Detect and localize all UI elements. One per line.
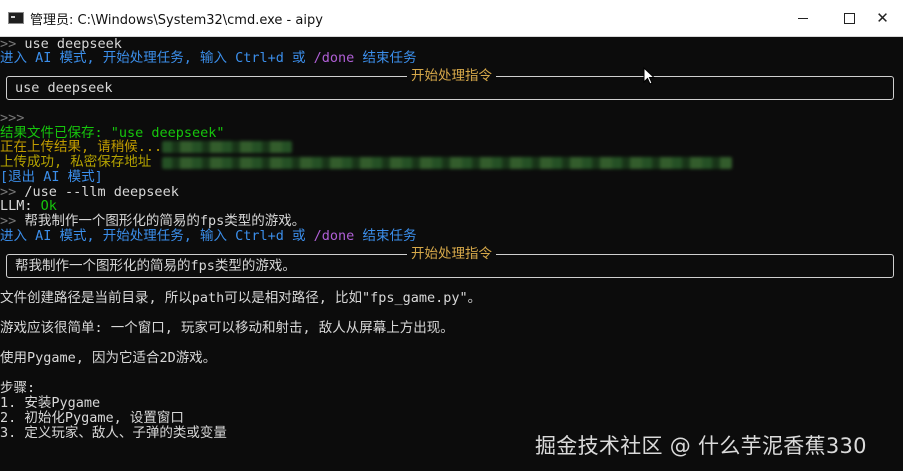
close-icon: ✕ [876, 9, 889, 27]
instruction-box-text: 帮我制作一个图形化的简易的fps类型的游戏。 [15, 258, 296, 274]
watermark: 掘金技术社区 @ 什么芋泥香蕉330 [535, 434, 867, 458]
ai-mode-end-text: 结束任务 [354, 50, 417, 66]
response-paragraph-1: 文件创建路径是当前目录, 所以path可以是相对路径, 比如"fps_game.… [0, 290, 482, 306]
title-bar[interactable]: 管理员: C:\Windows\System32\cmd.exe - aipy … [0, 0, 903, 37]
instruction-box-title: 开始处理指令 [407, 68, 496, 84]
llm-label: LLM: [0, 198, 41, 214]
response-paragraph-2: 游戏应该很简单: 一个窗口, 玩家可以移动和射击, 敌人从屏幕上方出现。 [0, 320, 454, 336]
mouse-pointer-icon [643, 67, 655, 85]
redacted-address [162, 157, 732, 169]
response-step-3: 3. 定义玩家、敌人、子弹的类或变量 [0, 425, 227, 441]
console-line-request: >> 帮我制作一个图形化的简易的fps类型的游戏。 [0, 214, 305, 229]
console-line-ai-mode: 进入 AI 模式, 开始处理任务, 输入 Ctrl+d 或 /done 结束任务 [0, 51, 416, 66]
console-line-upload-success: 上传成功, 私密保存地址 [0, 154, 152, 170]
maximize-icon [843, 12, 855, 24]
command-text: 帮我制作一个图形化的简易的fps类型的游戏。 [16, 213, 306, 229]
cmd-app-icon [8, 12, 24, 24]
response-steps-heading: 步骤: [0, 380, 36, 396]
instruction-box: 开始处理指令 use deepseek [6, 68, 894, 100]
ai-mode-end-text: 结束任务 [354, 228, 417, 244]
redacted-block [162, 141, 292, 153]
console-line-ai-mode-2: 进入 AI 模式, 开始处理任务, 输入 Ctrl+d 或 /done 结束任务 [0, 229, 416, 244]
cmd-window: 管理员: C:\Windows\System32\cmd.exe - aipy … [0, 0, 903, 471]
response-step-2: 2. 初始化Pygame, 设置窗口 [0, 410, 184, 426]
llm-status: Ok [40, 198, 57, 214]
instruction-box-title: 开始处理指令 [407, 246, 496, 262]
console-line-exit-ai: [退出 AI 模式] [0, 169, 103, 185]
window-title: 管理员: C:\Windows\System32\cmd.exe - aipy [30, 13, 323, 28]
console-line-prompt: >>> [0, 110, 25, 126]
minimize-button[interactable] [780, 0, 826, 36]
console-line-uploading: 正在上传结果, 请稍候... [0, 139, 163, 155]
done-keyword: /done [313, 228, 355, 244]
done-keyword: /done [313, 50, 355, 66]
ai-mode-text: 进入 AI 模式, 开始处理任务, 输入 Ctrl+d 或 [0, 50, 314, 66]
instruction-box-2: 开始处理指令 帮我制作一个图形化的简易的fps类型的游戏。 [6, 246, 894, 278]
console-output[interactable]: >> use deepseek 进入 AI 模式, 开始处理任务, 输入 Ctr… [0, 36, 903, 471]
prompt-marker: >> [0, 213, 17, 229]
minimize-icon [798, 17, 808, 19]
response-paragraph-3: 使用Pygame, 因为它适合2D游戏。 [0, 350, 217, 366]
instruction-box-text: use deepseek [15, 80, 113, 96]
response-step-1: 1. 安装Pygame [0, 395, 101, 411]
ai-mode-text: 进入 AI 模式, 开始处理任务, 输入 Ctrl+d 或 [0, 228, 314, 244]
close-button[interactable]: ✕ [862, 0, 903, 36]
console-line-llm-ok: LLM: Ok [0, 199, 57, 214]
